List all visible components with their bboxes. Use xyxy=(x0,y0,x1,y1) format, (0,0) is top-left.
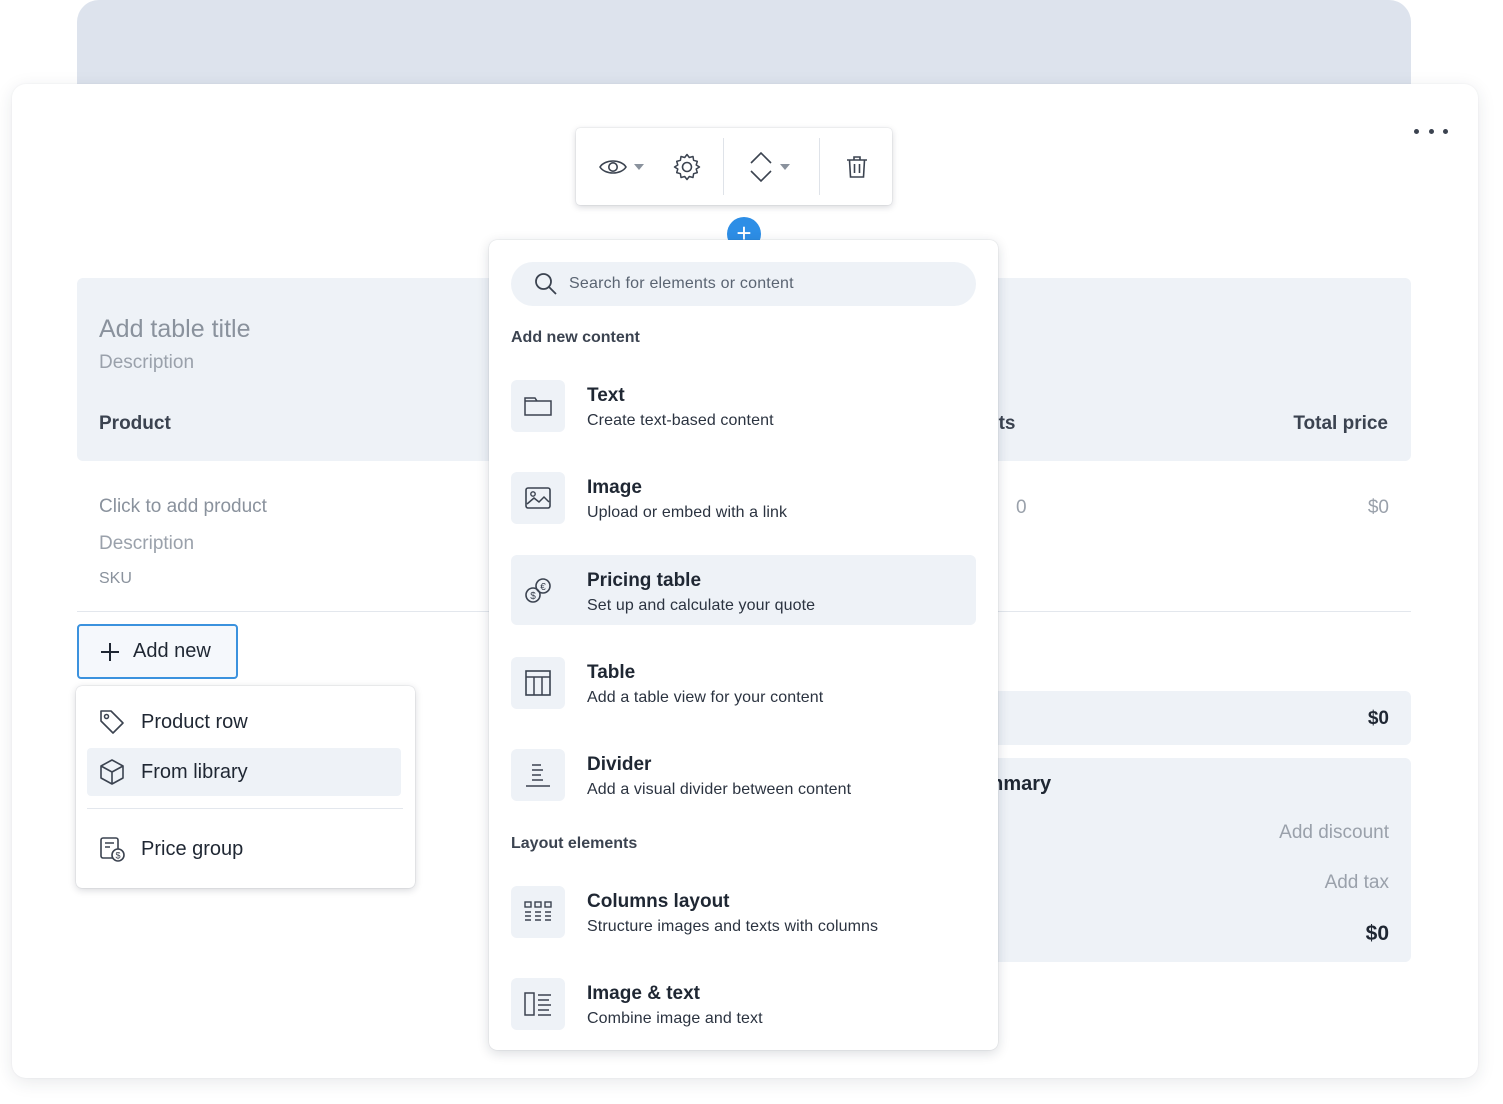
menu-item-label: Price group xyxy=(141,837,244,860)
image-text-icon xyxy=(511,978,565,1030)
element-title: Text xyxy=(587,385,625,406)
summary-title-clip: Summary xyxy=(998,770,1078,810)
menu-item-from-library[interactable]: From library xyxy=(87,748,401,796)
column-header-units-clip: Units xyxy=(998,400,1058,450)
add-new-menu: Product row From library $ Price group xyxy=(76,686,415,888)
product-total-value: $0 xyxy=(1367,497,1389,518)
chevron-down-icon xyxy=(634,163,644,170)
settings-button[interactable] xyxy=(672,128,702,205)
block-toolbar xyxy=(576,128,892,205)
element-title: Columns layout xyxy=(587,891,730,912)
menu-item-product-row[interactable]: Product row xyxy=(87,698,401,746)
column-header-product: Product xyxy=(99,413,171,434)
divider-icon xyxy=(511,749,565,801)
svg-text:$: $ xyxy=(115,851,120,861)
move-button[interactable] xyxy=(748,128,790,205)
section-layout-elements: Layout elements xyxy=(511,835,638,852)
element-description: Upload or embed with a link xyxy=(587,504,788,521)
element-description: Create text-based content xyxy=(587,412,774,429)
summary-total-value: $0 xyxy=(1365,922,1389,945)
search-icon xyxy=(535,273,557,295)
svg-text:€: € xyxy=(540,582,546,593)
add-new-button[interactable]: Add new xyxy=(77,624,238,679)
element-title: Pricing table xyxy=(587,570,702,591)
column-header-units: Units xyxy=(998,413,1016,434)
subtotal-bar: $0 xyxy=(990,691,1411,745)
delete-button[interactable] xyxy=(846,128,868,205)
element-item-image[interactable]: Image Upload or embed with a link xyxy=(511,462,976,532)
search-input[interactable]: Search for elements or content xyxy=(511,262,976,306)
summary-title: Summary xyxy=(998,773,1052,795)
element-title: Image & text xyxy=(587,983,700,1004)
more-options-icon[interactable] xyxy=(1414,126,1448,136)
menu-item-label: Product row xyxy=(141,710,248,733)
text-block-icon xyxy=(511,380,565,432)
add-tax-link[interactable]: Add tax xyxy=(1325,872,1389,894)
table-title[interactable]: Add table title xyxy=(99,315,251,344)
element-picker-panel: Search for elements or content Add new c… xyxy=(489,240,998,1050)
element-description: Set up and calculate your quote xyxy=(587,597,816,614)
element-description: Add a table view for your content xyxy=(587,689,824,706)
element-description: Structure images and texts with columns xyxy=(587,918,879,935)
price-group-icon: $ xyxy=(100,837,125,862)
table-icon xyxy=(511,657,565,709)
element-item-table[interactable]: Table Add a table view for your content xyxy=(511,647,976,717)
product-units-value[interactable]: 0 xyxy=(1016,497,1027,519)
image-icon xyxy=(511,472,565,524)
element-description: Combine image and text xyxy=(587,1010,763,1027)
toolbar-divider xyxy=(723,138,724,195)
element-item-image-text[interactable]: Image & text Combine image and text xyxy=(511,968,976,1038)
table-description[interactable]: Description xyxy=(99,352,194,374)
product-placeholder[interactable]: Click to add product xyxy=(99,496,267,518)
gear-icon xyxy=(673,153,701,180)
add-discount-link[interactable]: Add discount xyxy=(1279,822,1389,844)
toolbar-divider xyxy=(819,138,820,195)
eye-icon xyxy=(599,159,627,174)
subtotal-value: $0 xyxy=(1367,708,1389,729)
plus-icon xyxy=(101,642,119,661)
summary-panel: Summary Add discount Add tax $0 xyxy=(990,758,1411,962)
columns-icon xyxy=(511,886,565,938)
trash-icon xyxy=(847,155,867,178)
add-new-label: Add new xyxy=(133,640,211,662)
element-title: Image xyxy=(587,477,642,498)
tag-icon xyxy=(100,710,124,734)
coins-icon: $ € xyxy=(511,565,565,617)
menu-item-price-group[interactable]: $ Price group xyxy=(87,825,401,873)
svg-text:$: $ xyxy=(530,591,536,602)
element-title: Divider xyxy=(587,754,652,775)
column-header-total-price: Total price xyxy=(1293,413,1388,434)
element-description: Add a visual divider between content xyxy=(587,781,852,798)
box-icon xyxy=(100,759,124,785)
product-description[interactable]: Description xyxy=(99,533,194,555)
element-title: Table xyxy=(587,662,636,683)
product-sku[interactable]: SKU xyxy=(99,570,132,588)
section-add-new-content: Add new content xyxy=(511,329,640,346)
element-item-divider[interactable]: Divider Add a visual divider between con… xyxy=(511,739,976,809)
element-item-pricing-table[interactable]: $ € Pricing table Set up and calculate yo… xyxy=(511,555,976,625)
visibility-button[interactable] xyxy=(598,128,644,205)
up-down-chevron-icon xyxy=(750,151,772,182)
chevron-down-icon xyxy=(780,163,790,170)
element-item-text[interactable]: Text Create text-based content xyxy=(511,370,976,440)
menu-item-label: From library xyxy=(141,760,248,783)
element-item-columns-layout[interactable]: Columns layout Structure images and text… xyxy=(511,876,976,946)
search-placeholder: Search for elements or content xyxy=(569,275,794,292)
menu-divider xyxy=(87,808,403,809)
